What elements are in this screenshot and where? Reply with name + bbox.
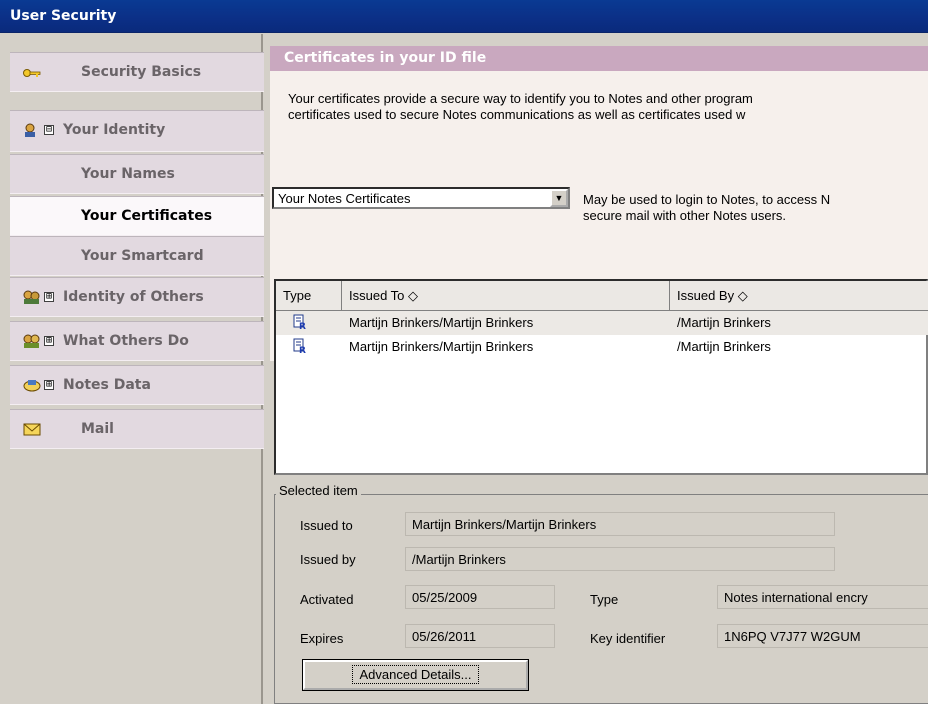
sidebar-item-label: Your Names bbox=[81, 166, 175, 182]
title-bar[interactable]: User Security bbox=[0, 0, 928, 33]
sidebar-item-label: Identity of Others bbox=[63, 289, 204, 305]
type-label: Type bbox=[590, 592, 619, 607]
advanced-details-button[interactable]: Advanced Details... bbox=[302, 659, 529, 691]
key-icon bbox=[23, 64, 41, 80]
expand-icon[interactable]: ⊞ bbox=[44, 380, 54, 390]
sidebar-item-notes-data[interactable]: ⊞ Notes Data bbox=[10, 365, 264, 405]
certificate-type-select[interactable]: Your Notes Certificates ▼ bbox=[272, 187, 570, 209]
issued-to-label: Issued to bbox=[300, 518, 353, 533]
intro-text: Your certificates provide a secure way t… bbox=[288, 91, 928, 123]
issued-by-label: Issued by bbox=[300, 552, 356, 567]
table-row[interactable]: R Martijn Brinkers/Martijn Brinkers /Mar… bbox=[276, 335, 928, 359]
select-note-line: May be used to login to Notes, to access… bbox=[583, 192, 831, 207]
identity-icon bbox=[22, 122, 40, 138]
sidebar-item-label: Your Certificates bbox=[81, 208, 213, 224]
issued-by-cell: /Martijn Brinkers bbox=[677, 315, 771, 330]
certificates-table[interactable]: Type Issued To ◇ Issued By ◇ R Martijn B… bbox=[274, 279, 928, 475]
activated-label: Activated bbox=[300, 592, 354, 607]
column-header-issued-to[interactable]: Issued To ◇ bbox=[342, 281, 670, 311]
sidebar-item-label: Your Identity bbox=[63, 122, 166, 138]
key-identifier-value: 1N6PQ V7J77 W2GUM bbox=[717, 624, 928, 648]
svg-text:R: R bbox=[299, 322, 306, 330]
sidebar-item-what-others-do[interactable]: ⊞ What Others Do bbox=[10, 321, 264, 361]
expand-icon[interactable]: ⊞ bbox=[44, 292, 54, 302]
collapse-icon[interactable]: ⊟ bbox=[44, 125, 54, 135]
sidebar-item-mail[interactable]: Mail bbox=[10, 409, 264, 449]
main-panel: Certificates in your ID file Your certif… bbox=[265, 34, 928, 704]
sidebar-item-label: Notes Data bbox=[63, 377, 151, 393]
issued-to-value: Martijn Brinkers/Martijn Brinkers bbox=[405, 512, 835, 536]
sidebar-item-label: Mail bbox=[81, 421, 114, 437]
sidebar-item-label: Security Basics bbox=[81, 64, 202, 80]
sidebar-item-your-certificates[interactable]: Your Certificates bbox=[10, 196, 264, 236]
column-header-type[interactable]: Type bbox=[276, 281, 342, 311]
sidebar-item-your-names[interactable]: Your Names bbox=[10, 154, 264, 194]
certificate-icon: R bbox=[293, 314, 307, 332]
type-value: Notes international encry bbox=[717, 585, 928, 609]
user-security-window: User Security Security Basics ⊟ Your Ide… bbox=[0, 0, 928, 704]
issued-by-cell: /Martijn Brinkers bbox=[677, 339, 771, 354]
others-do-icon bbox=[22, 333, 40, 349]
expand-icon[interactable]: ⊞ bbox=[44, 336, 54, 346]
section-title: Certificates in your ID file bbox=[270, 46, 928, 71]
notes-data-icon bbox=[22, 377, 41, 393]
issued-by-value: /Martijn Brinkers bbox=[405, 547, 835, 571]
sidebar-item-label: What Others Do bbox=[63, 333, 189, 349]
certificate-icon: R bbox=[293, 338, 307, 356]
sidebar: Security Basics ⊟ Your Identity Your Nam… bbox=[0, 34, 264, 704]
table-row[interactable]: R Martijn Brinkers/Martijn Brinkers /Mar… bbox=[276, 311, 928, 335]
sidebar-item-your-identity[interactable]: ⊟ Your Identity bbox=[10, 110, 264, 152]
advanced-details-label: Advanced Details... bbox=[352, 665, 479, 684]
select-note-line: secure mail with other Notes users. bbox=[583, 208, 787, 223]
table-header: Type Issued To ◇ Issued By ◇ bbox=[276, 281, 928, 311]
sidebar-item-security-basics[interactable]: Security Basics bbox=[10, 52, 264, 92]
selected-item-legend: Selected item bbox=[276, 483, 361, 498]
issued-to-cell: Martijn Brinkers/Martijn Brinkers bbox=[349, 315, 534, 330]
column-header-issued-by[interactable]: Issued By ◇ bbox=[670, 281, 928, 311]
others-identity-icon bbox=[22, 289, 40, 305]
sidebar-item-identity-of-others[interactable]: ⊞ Identity of Others bbox=[10, 277, 264, 317]
select-description: May be used to login to Notes, to access… bbox=[583, 192, 830, 224]
chevron-down-icon[interactable]: ▼ bbox=[550, 189, 568, 207]
select-value: Your Notes Certificates bbox=[278, 191, 411, 206]
sidebar-item-label: Your Smartcard bbox=[81, 248, 204, 264]
issued-to-cell: Martijn Brinkers/Martijn Brinkers bbox=[349, 339, 534, 354]
intro-line: certificates used to secure Notes commun… bbox=[288, 107, 746, 122]
activated-value: 05/25/2009 bbox=[405, 585, 555, 609]
intro-line: Your certificates provide a secure way t… bbox=[288, 91, 753, 106]
key-identifier-label: Key identifier bbox=[590, 631, 666, 646]
sidebar-item-your-smartcard[interactable]: Your Smartcard bbox=[10, 236, 264, 276]
expires-label: Expires bbox=[300, 631, 344, 646]
window-title: User Security bbox=[10, 8, 117, 24]
mail-icon bbox=[23, 421, 41, 437]
svg-text:R: R bbox=[299, 346, 306, 354]
expires-value: 05/26/2011 bbox=[405, 624, 555, 648]
